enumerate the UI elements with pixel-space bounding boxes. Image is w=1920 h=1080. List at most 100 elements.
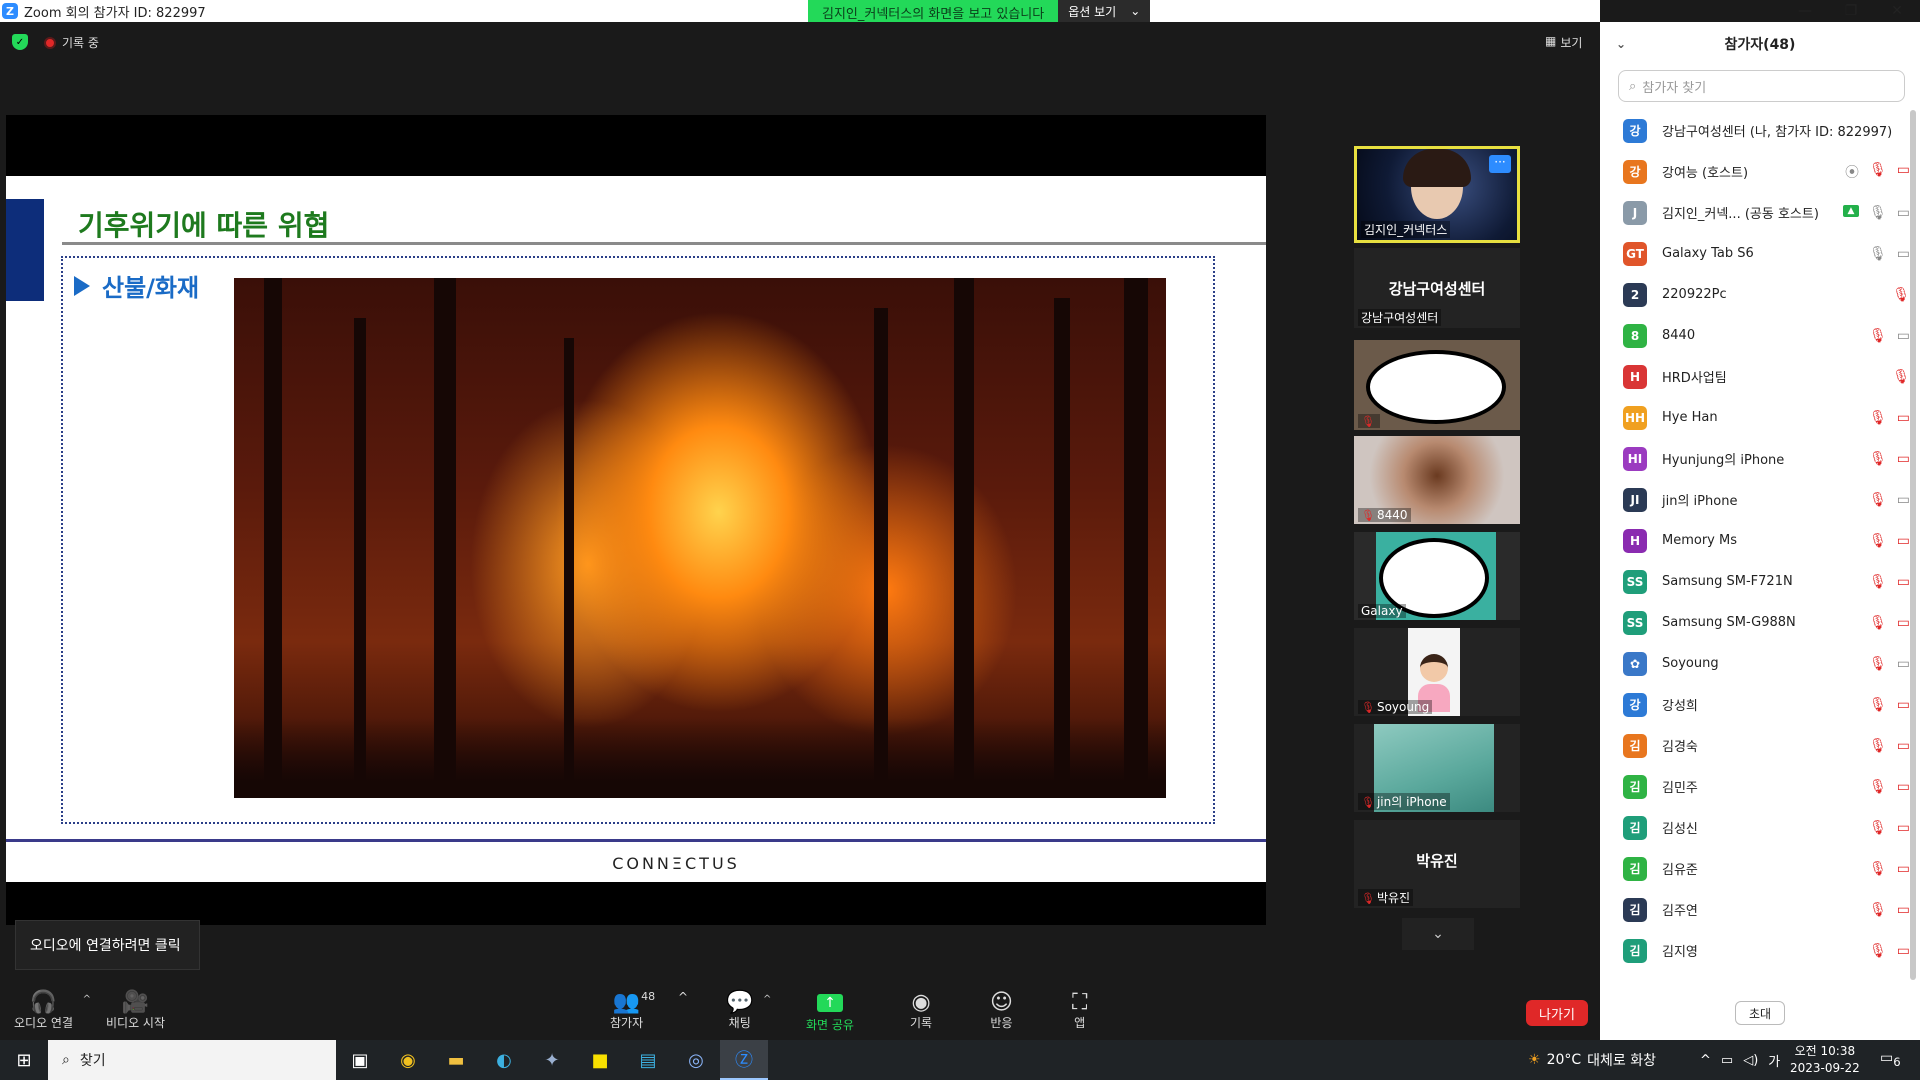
video-tile-label: 🎙 Soyoung bbox=[1358, 700, 1433, 714]
participant-list-scrollbar[interactable] bbox=[1910, 110, 1916, 980]
clock-date: 2023-09-22 bbox=[1790, 1061, 1860, 1075]
task-view-icon[interactable]: ▣ bbox=[336, 1040, 384, 1080]
zoom-taskbar-icon[interactable]: Ⓩ bbox=[720, 1040, 768, 1080]
notification-count: 6 bbox=[1893, 1054, 1901, 1069]
video-tile[interactable]: Galaxy bbox=[1354, 532, 1520, 620]
slide-bullet-text: 산불/화재 bbox=[102, 274, 200, 302]
record-dot-icon bbox=[44, 36, 56, 49]
video-tile[interactable]: 박유진 🎙 박유진 bbox=[1354, 820, 1520, 908]
chevron-down-icon[interactable]: ⌄ bbox=[1616, 37, 1626, 51]
participant-name: 강성희 bbox=[1662, 699, 1698, 714]
participant-row[interactable]: SS Samsung SM-F721N 🎙 ▭ bbox=[1600, 561, 1910, 602]
system-tray: ^ ▭ ◁) 가 bbox=[1700, 1040, 1780, 1080]
avatar: 김 bbox=[1623, 815, 1647, 840]
app-icon[interactable]: ✦ bbox=[528, 1040, 576, 1080]
video-tile-active-speaker[interactable]: ··· 김지인_커넥터스 bbox=[1354, 146, 1520, 243]
reactions-button[interactable]: ☺ 반응 bbox=[990, 990, 1013, 1031]
chat-caret-button[interactable]: ^ bbox=[763, 994, 771, 1005]
taskbar-clock[interactable]: 오전 10:38 2023-09-22 bbox=[1790, 1043, 1860, 1077]
mic-off-icon: 🎙 bbox=[1868, 696, 1887, 713]
search-icon: ⌕ bbox=[62, 1052, 70, 1068]
participant-row[interactable]: JI jin의 iPhone 🎙 ▭ bbox=[1600, 479, 1910, 520]
view-button[interactable]: ▦ 보기 bbox=[1545, 34, 1582, 51]
search-icon: ⌕ bbox=[1629, 78, 1637, 94]
participant-row[interactable]: J 김지인_커넥... (공동 호스트) ▲ 🎙 ▭ bbox=[1600, 192, 1910, 233]
participant-row[interactable]: 김 김주연 🎙 ▭ bbox=[1600, 889, 1910, 930]
network-icon[interactable]: ▭ bbox=[1721, 1053, 1733, 1068]
participant-name: HRD사업팀 bbox=[1662, 371, 1727, 386]
minimize-button[interactable]: — bbox=[1782, 0, 1828, 22]
participant-row[interactable]: 강 강여능 (호스트) ⦿ 🎙 ▭ bbox=[1600, 151, 1910, 192]
participant-row[interactable]: HH Hye Han 🎙 ▭ bbox=[1600, 397, 1910, 438]
video-tile[interactable]: 🎙 Soyoung bbox=[1354, 628, 1520, 716]
windows-start-icon[interactable]: ⊞ bbox=[0, 1040, 48, 1080]
more-options-button[interactable]: ··· bbox=[1489, 155, 1511, 173]
participant-row[interactable]: 8 8440 🎙 ▭ bbox=[1600, 315, 1910, 356]
participant-name: 강남구여성센터 (나, 참가자 ID: 822997) bbox=[1662, 125, 1893, 140]
audio-connect-tooltip[interactable]: 오디오에 연결하려면 클릭 bbox=[15, 920, 200, 970]
weather-widget[interactable]: ☀ 20°C 대체로 화창 bbox=[1528, 1040, 1656, 1080]
browser-icon[interactable]: ◎ bbox=[672, 1040, 720, 1080]
participant-row[interactable]: H Memory Ms 🎙 ▭ bbox=[1600, 520, 1910, 561]
participant-status-icons: 🎙 ▭ bbox=[1869, 656, 1910, 672]
notepad-icon[interactable]: ▤ bbox=[624, 1040, 672, 1080]
participant-row[interactable]: 강 강남구여성센터 (나, 참가자 ID: 822997) bbox=[1600, 110, 1910, 151]
participant-row[interactable]: GT Galaxy Tab S6 🎙 ▭ bbox=[1600, 233, 1910, 274]
participants-header: ⌄ 참가자(48) bbox=[1600, 22, 1920, 66]
video-off-icon: ▭ bbox=[1896, 614, 1910, 631]
start-video-button[interactable]: 🎥 비디오 시작 bbox=[106, 990, 165, 1031]
share-screen-button[interactable]: ↑ 화면 공유 bbox=[806, 990, 854, 1033]
weather-sun-icon: ☀ bbox=[1528, 1052, 1541, 1068]
avatar: JI bbox=[1623, 487, 1647, 512]
leave-button[interactable]: 나가기 bbox=[1526, 1000, 1588, 1026]
video-tile[interactable]: 🎙 jin의 iPhone bbox=[1354, 724, 1520, 812]
participant-search-input[interactable]: ⌕ 참가자 찾기 bbox=[1618, 70, 1905, 102]
participant-row[interactable]: 김 김민주 🎙 ▭ bbox=[1600, 766, 1910, 807]
participant-row[interactable]: 2 220922Pc 🎙 bbox=[1600, 274, 1910, 315]
view-options-button[interactable]: 옵션 보기 ⌄ bbox=[1058, 0, 1151, 22]
gallery-scroll-down-button[interactable]: ⌄ bbox=[1402, 918, 1474, 950]
participant-row[interactable]: 강 강성희 🎙 ▭ bbox=[1600, 684, 1910, 725]
video-tile[interactable]: 🎙 bbox=[1354, 340, 1520, 430]
participants-button[interactable]: 👥 참가자 48 bbox=[610, 990, 655, 1031]
participant-row[interactable]: HI Hyunjung의 iPhone 🎙 ▭ bbox=[1600, 438, 1910, 479]
participant-row[interactable]: SS Samsung SM-G988N 🎙 ▭ bbox=[1600, 602, 1910, 643]
record-button[interactable]: ◉ 기록 bbox=[910, 990, 932, 1031]
triangle-bullet-icon bbox=[74, 275, 90, 296]
volume-icon[interactable]: ◁) bbox=[1743, 1053, 1758, 1068]
audio-caret-button[interactable]: ^ bbox=[83, 994, 91, 1005]
taskbar-search-box[interactable]: ⌕ 찾기 bbox=[48, 1040, 336, 1080]
close-button[interactable]: ✕ bbox=[1874, 0, 1920, 22]
participant-row[interactable]: 김 김유준 🎙 ▭ bbox=[1600, 848, 1910, 889]
shield-icon[interactable]: ✓ bbox=[12, 34, 28, 50]
restore-button[interactable]: ❐ bbox=[1828, 0, 1874, 22]
kakaotalk-icon[interactable]: ■ bbox=[576, 1040, 624, 1080]
record-icon: ◉ bbox=[911, 990, 931, 1015]
video-tile[interactable]: 🎙 8440 bbox=[1354, 436, 1520, 524]
video-tile-label: Galaxy bbox=[1358, 604, 1406, 618]
ime-indicator[interactable]: 가 bbox=[1768, 1051, 1780, 1070]
chrome-icon[interactable]: ◉ bbox=[384, 1040, 432, 1080]
invite-button[interactable]: 초대 bbox=[1735, 1001, 1785, 1025]
notification-center-icon[interactable]: ▭6 bbox=[1880, 1050, 1901, 1069]
participant-row[interactable]: 김 김성신 🎙 ▭ bbox=[1600, 807, 1910, 848]
edge-icon[interactable]: ◐ bbox=[480, 1040, 528, 1080]
video-off-icon: ▭ bbox=[1896, 573, 1910, 590]
reaction-emoji-icon: ☺ bbox=[990, 990, 1013, 1015]
file-explorer-icon[interactable]: ▬ bbox=[432, 1040, 480, 1080]
participant-status-icons: 🎙 bbox=[1892, 287, 1910, 303]
apps-button[interactable]: ⛶ 앱 bbox=[1072, 990, 1087, 1031]
recording-indicator[interactable]: 기록 중 bbox=[44, 34, 99, 51]
participant-status-icons: 🎙 ▭ bbox=[1869, 451, 1910, 467]
participant-row[interactable]: 김 김경숙 🎙 ▭ bbox=[1600, 725, 1910, 766]
participant-status-icons: 🎙 ▭ bbox=[1869, 902, 1910, 918]
participants-caret-button[interactable]: ^ bbox=[678, 990, 688, 1004]
audio-connect-button[interactable]: 🎧 오디오 연결 ^ bbox=[14, 990, 91, 1031]
participant-row[interactable]: H HRD사업팀 🎙 bbox=[1600, 356, 1910, 397]
chevron-up-icon[interactable]: ^ bbox=[1700, 1053, 1711, 1068]
chat-button[interactable]: 💬 채팅 ^ bbox=[726, 990, 771, 1031]
participant-row[interactable]: 김 김지영 🎙 ▭ bbox=[1600, 930, 1910, 971]
video-tile-label: 강남구여성센터 bbox=[1358, 309, 1442, 326]
participant-row[interactable]: ✿ Soyoung 🎙 ▭ bbox=[1600, 643, 1910, 684]
video-tile[interactable]: 강남구여성센터 강남구여성센터 bbox=[1354, 248, 1520, 328]
